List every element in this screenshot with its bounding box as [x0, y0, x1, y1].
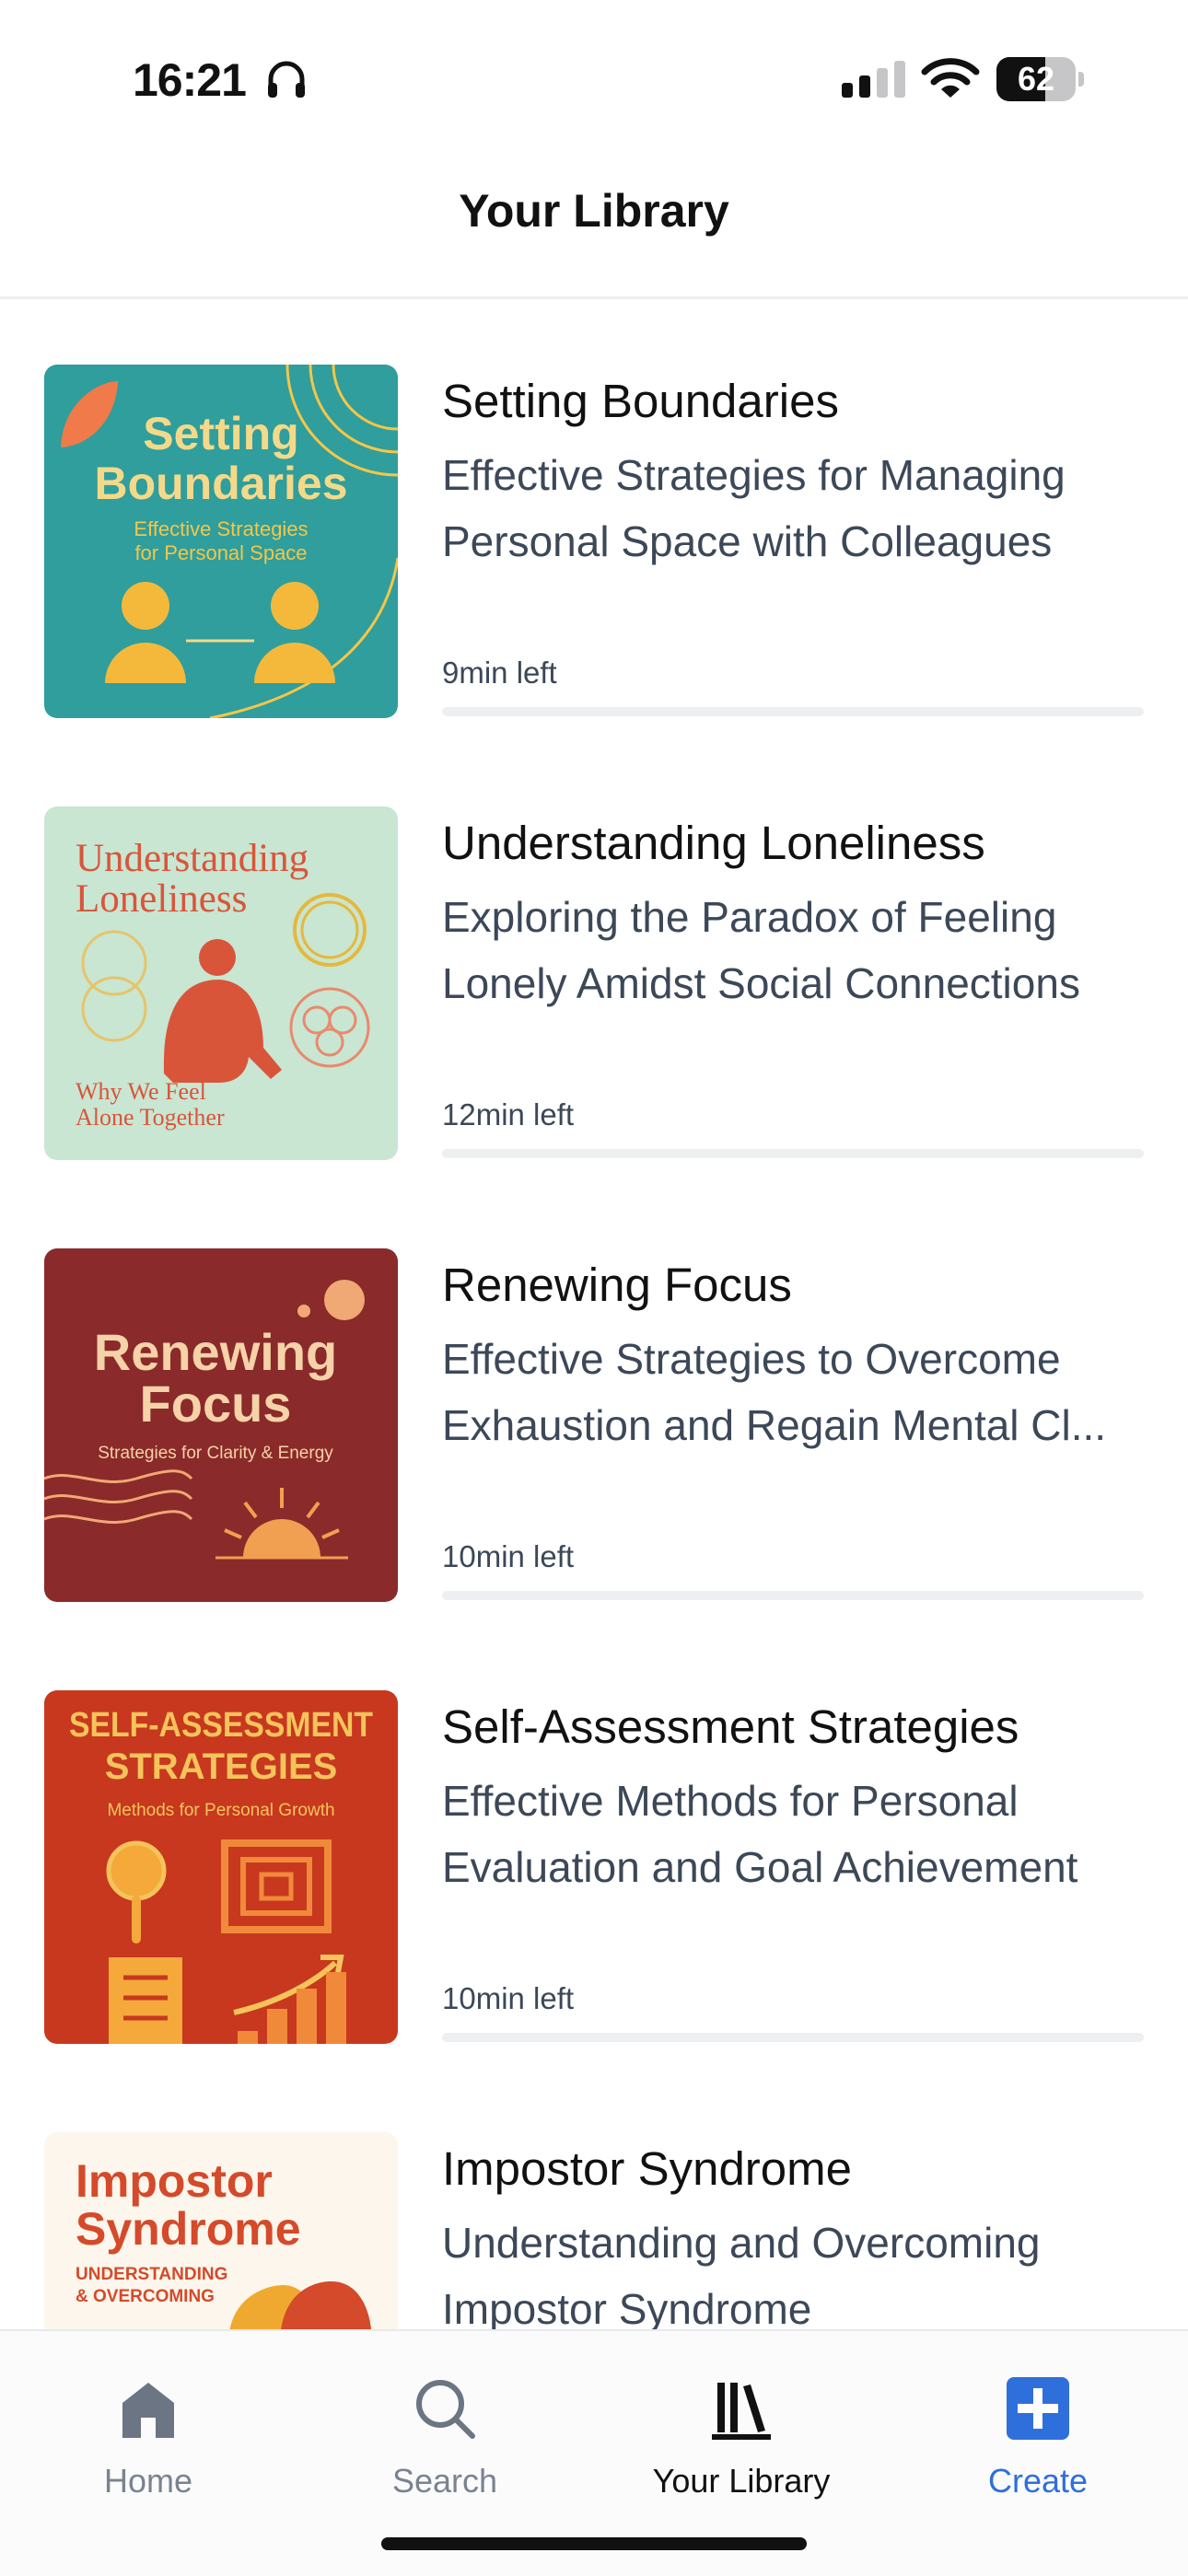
- time-left: 10min left: [442, 1981, 575, 2015]
- home-icon: [122, 2383, 174, 2438]
- progress-bar: [442, 707, 1144, 716]
- library-icon: [712, 2383, 771, 2440]
- svg-text:Syndrome: Syndrome: [76, 2203, 301, 2255]
- library-list[interactable]: Setting Boundaries Effective Strategies …: [0, 365, 1188, 2329]
- book-title: Setting Boundaries: [442, 375, 839, 427]
- library-item-understanding-loneliness[interactable]: Understanding Loneliness Why We Feel Alo…: [0, 806, 1188, 1160]
- wifi-icon: [921, 58, 980, 98]
- progress-bar: [442, 1149, 1144, 1158]
- progress-bar: [442, 2033, 1144, 2042]
- svg-text:Alone Together: Alone Together: [76, 1104, 225, 1131]
- book-cover[interactable]: Setting Boundaries Effective Strategies …: [44, 365, 398, 718]
- book-subtitle: Exploring the Paradox of Feeling Lonely …: [442, 893, 1080, 1007]
- library-item-self-assessment-strategies[interactable]: SELF-ASSESSMENT STRATEGIES Methods for P…: [0, 1690, 1188, 2044]
- time-left: 9min left: [442, 656, 557, 690]
- svg-text:Understanding: Understanding: [76, 837, 309, 880]
- book-cover[interactable]: Impostor Syndrome UNDERSTANDING & OVERCO…: [44, 2132, 398, 2329]
- svg-text:Strategies for Clarity & Energ: Strategies for Clarity & Energy: [98, 1444, 333, 1463]
- svg-text:Impostor: Impostor: [76, 2155, 273, 2207]
- plus-icon: [1007, 2377, 1069, 2440]
- svg-text:Setting: Setting: [143, 408, 298, 459]
- tab-label: Search: [391, 2462, 498, 2500]
- time-left: 12min left: [442, 1097, 575, 1131]
- tab-label: Your Library: [652, 2462, 831, 2500]
- book-cover[interactable]: SELF-ASSESSMENT STRATEGIES Methods for P…: [44, 1690, 398, 2044]
- book-subtitle: Effective Strategies for Managing Person…: [442, 451, 1066, 565]
- tab-create[interactable]: Create: [890, 2331, 1186, 2515]
- home-indicator: [381, 2537, 807, 2550]
- tab-search[interactable]: Search: [297, 2331, 593, 2515]
- library-item-setting-boundaries[interactable]: Setting Boundaries Effective Strategies …: [0, 365, 1188, 718]
- progress-bar: [442, 1591, 1144, 1600]
- cellular-signal-icon: [842, 61, 905, 98]
- battery-indicator: 62: [996, 57, 1085, 101]
- book-title: Self-Assessment Strategies: [442, 1700, 1019, 1753]
- tab-home[interactable]: Home: [0, 2331, 297, 2515]
- svg-text:& OVERCOMING: & OVERCOMING: [76, 2287, 215, 2306]
- tab-label: Home: [103, 2462, 193, 2500]
- page-title: Your Library: [459, 185, 729, 237]
- book-subtitle: Understanding and Overcoming Impostor Sy…: [442, 2219, 1041, 2329]
- headphones-icon: [268, 61, 305, 98]
- tab-label: Create: [987, 2462, 1089, 2500]
- library-item-impostor-syndrome[interactable]: Impostor Syndrome UNDERSTANDING & OVERCO…: [0, 2132, 1188, 2329]
- search-icon: [416, 2380, 475, 2439]
- book-title: Impostor Syndrome: [442, 2142, 853, 2195]
- book-title: Understanding Loneliness: [442, 817, 985, 869]
- svg-text:Loneliness: Loneliness: [76, 877, 247, 921]
- time-left: 10min left: [442, 1539, 575, 1573]
- svg-text:Focus: Focus: [140, 1375, 292, 1433]
- book-subtitle: Effective Methods for Personal Evaluatio…: [442, 1777, 1078, 1891]
- book-cover[interactable]: Understanding Loneliness Why We Feel Alo…: [44, 806, 398, 1160]
- svg-text:Effective Strategies: Effective Strategies: [134, 517, 308, 540]
- svg-text:Why We Feel: Why We Feel: [76, 1078, 206, 1105]
- library-item-renewing-focus[interactable]: Renewing Focus Strategies for Clarity & …: [0, 1248, 1188, 1602]
- status-time: 16:21: [133, 54, 247, 106]
- svg-text:UNDERSTANDING: UNDERSTANDING: [76, 2265, 227, 2284]
- book-subtitle: Effective Strategies to Overcome Exhaust…: [442, 1335, 1107, 1449]
- tab-your-library[interactable]: Your Library: [593, 2331, 890, 2515]
- svg-text:for Personal Space: for Personal Space: [134, 541, 307, 564]
- battery-percentage: 62: [1017, 60, 1055, 98]
- svg-text:Methods for Personal Growth: Methods for Personal Growth: [107, 1801, 334, 1820]
- svg-text:Boundaries: Boundaries: [94, 458, 347, 509]
- status-bar: 16:21 62: [0, 0, 1188, 157]
- book-title: Renewing Focus: [442, 1259, 792, 1311]
- svg-text:Renewing: Renewing: [94, 1323, 337, 1381]
- svg-text:STRATEGIES: STRATEGIES: [105, 1746, 338, 1787]
- book-cover[interactable]: Renewing Focus Strategies for Clarity & …: [44, 1248, 398, 1602]
- svg-text:SELF-ASSESSMENT: SELF-ASSESSMENT: [69, 1706, 373, 1745]
- header-divider: [0, 296, 1188, 299]
